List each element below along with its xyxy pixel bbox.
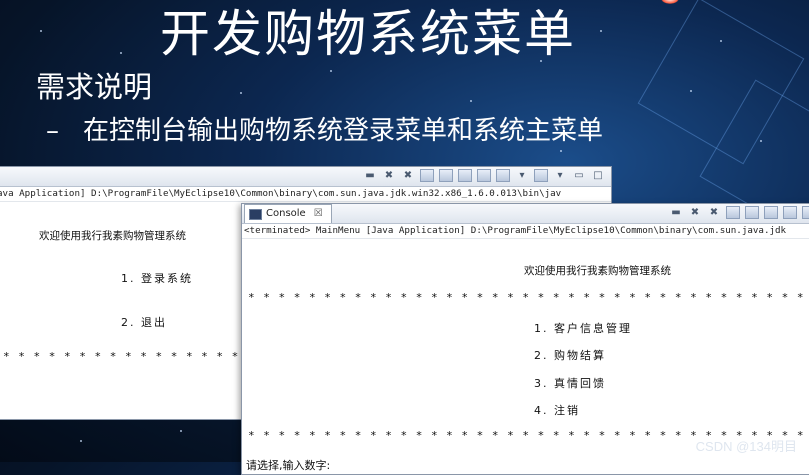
console-path: ava Application] D:\ProgramFile\MyEclips… (0, 187, 611, 202)
minimize-icon[interactable]: ▭ (572, 169, 586, 182)
welcome-text: 欢迎使用我行我素购物管理系统 (524, 265, 671, 277)
remove-all-terminated-icon[interactable]: ✖ (707, 206, 721, 219)
input-prompt: 请选择,输入数字: (246, 459, 331, 472)
toolbar-buttons: ▬ ✖ ✖ (669, 206, 809, 219)
remove-launch-icon[interactable] (477, 169, 491, 182)
console-icon (249, 208, 262, 220)
slide-title: 开发购物系统菜单 (160, 5, 576, 63)
display-selected-console-icon[interactable] (802, 206, 809, 219)
menu-item-login: 1. 登录系统 (121, 272, 193, 285)
clear-console-icon[interactable] (458, 169, 472, 182)
dropdown-arrow-icon[interactable]: ▾ (515, 169, 529, 182)
welcome-text: 欢迎使用我行我素购物管理系统 (39, 230, 186, 242)
toolbar-buttons: ▬ ✖ ✖ ▾ ▾ ▭ □ (363, 169, 605, 182)
scroll-lock-icon[interactable] (726, 206, 740, 219)
menu-item-customer-info: 1. 客户信息管理 (534, 322, 632, 335)
menu-item-exit: 2. 退出 (121, 316, 167, 329)
stars-divider: * * * * * * * * * * * * * * * * * (3, 350, 255, 363)
remove-all-terminated-icon[interactable]: ✖ (401, 169, 415, 182)
watermark: CSDN @134明目 (695, 439, 797, 454)
terminate-icon[interactable]: ✖ (382, 169, 396, 182)
remove-launch-icon[interactable] (783, 206, 797, 219)
glow-decoration (661, 0, 679, 4)
requirements-heading: 需求说明 (36, 70, 153, 104)
menu-item-checkout: 2. 购物结算 (534, 349, 606, 362)
scroll-lock-icon[interactable] (420, 169, 434, 182)
bullet-dash: – (46, 116, 59, 146)
minimize-console-icon[interactable]: ▬ (669, 206, 683, 219)
stars-divider-top: * * * * * * * * * * * * * * * * * * * * … (248, 291, 809, 304)
display-selected-console-icon[interactable] (496, 169, 510, 182)
console-path: <terminated> MainMenu [Java Application]… (242, 224, 809, 239)
console-toolbar: Console ☒ ▬ ✖ ✖ (242, 204, 809, 224)
open-console-icon[interactable] (534, 169, 548, 182)
dropdown-arrow-icon[interactable]: ▾ (553, 169, 567, 182)
menu-item-feedback: 3. 真情回馈 (534, 377, 606, 390)
console-window-main: Console ☒ ▬ ✖ ✖ <terminated> MainMenu [J… (241, 203, 809, 475)
maximize-icon[interactable]: □ (591, 169, 605, 182)
terminate-icon[interactable]: ✖ (688, 206, 702, 219)
tab-console-label: Console (266, 208, 306, 219)
bullet-text: 在控制台输出购物系统登录菜单和系统主菜单 (83, 116, 604, 146)
close-icon[interactable]: ☒ (314, 205, 323, 223)
tab-console[interactable]: Console ☒ (244, 204, 332, 223)
pin-console-icon[interactable] (745, 206, 759, 219)
pin-console-icon[interactable] (439, 169, 453, 182)
console-toolbar: ▬ ✖ ✖ ▾ ▾ ▭ □ (0, 167, 611, 187)
minimize-console-icon[interactable]: ▬ (363, 169, 377, 182)
menu-item-logout: 4. 注销 (534, 404, 580, 417)
clear-console-icon[interactable] (764, 206, 778, 219)
requirements-bullet: – 在控制台输出购物系统登录菜单和系统主菜单 (46, 110, 603, 147)
